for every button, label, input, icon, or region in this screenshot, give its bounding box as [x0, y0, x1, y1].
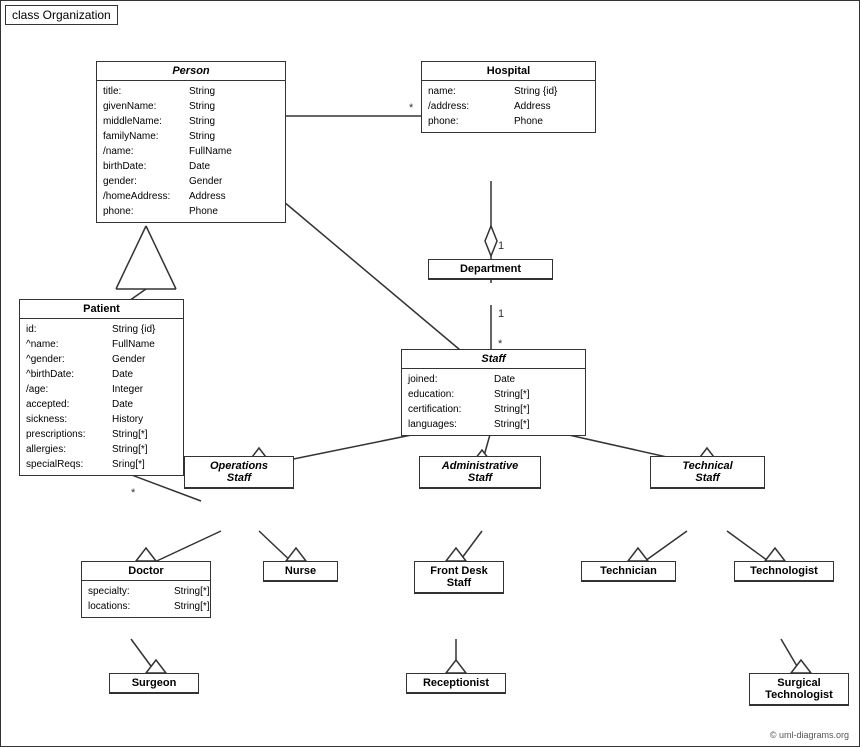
patient-class: Patient id:String {id} ^name:FullName ^g…: [19, 299, 184, 476]
staff-title: Staff: [402, 350, 585, 369]
ops-staff-class: OperationsStaff: [184, 456, 294, 489]
diagram-title: class Organization: [5, 5, 118, 25]
person-title: Person: [97, 62, 285, 81]
technologist-class: Technologist: [734, 561, 834, 582]
hospital-class: Hospital name:String {id} /address:Addre…: [421, 61, 596, 133]
staff-body: joined:Date education:String[*] certific…: [402, 369, 585, 435]
svg-text:*: *: [131, 487, 136, 499]
doctor-class: Doctor specialty:String[*] locations:Str…: [81, 561, 211, 618]
copyright: © uml-diagrams.org: [770, 730, 849, 740]
department-class: Department: [428, 259, 553, 280]
patient-body: id:String {id} ^name:FullName ^gender:Ge…: [20, 319, 183, 475]
patient-title: Patient: [20, 300, 183, 319]
technician-class: Technician: [581, 561, 676, 582]
surgeon-class: Surgeon: [109, 673, 199, 694]
person-class: Person title:String givenName:String mid…: [96, 61, 286, 223]
doctor-body: specialty:String[*] locations:String[*]: [82, 581, 210, 617]
technician-title: Technician: [582, 562, 675, 581]
admin-staff-title: AdministrativeStaff: [420, 457, 540, 488]
svg-text:1: 1: [498, 308, 504, 320]
technologist-title: Technologist: [735, 562, 833, 581]
department-title: Department: [429, 260, 552, 279]
ops-staff-title: OperationsStaff: [185, 457, 293, 488]
svg-text:*: *: [409, 102, 414, 114]
tech-staff-title: TechnicalStaff: [651, 457, 764, 488]
hospital-title: Hospital: [422, 62, 595, 81]
surgeon-title: Surgeon: [110, 674, 198, 693]
front-desk-class: Front DeskStaff: [414, 561, 504, 594]
doctor-title: Doctor: [82, 562, 210, 581]
receptionist-title: Receptionist: [407, 674, 505, 693]
hospital-body: name:String {id} /address:Address phone:…: [422, 81, 595, 132]
surgical-tech-class: SurgicalTechnologist: [749, 673, 849, 706]
nurse-class: Nurse: [263, 561, 338, 582]
person-body: title:String givenName:String middleName…: [97, 81, 285, 222]
diagram-container: class Organization * * 1 * 1 *: [0, 0, 860, 747]
staff-class: Staff joined:Date education:String[*] ce…: [401, 349, 586, 436]
admin-staff-class: AdministrativeStaff: [419, 456, 541, 489]
nurse-title: Nurse: [264, 562, 337, 581]
tech-staff-class: TechnicalStaff: [650, 456, 765, 489]
svg-text:1: 1: [498, 240, 504, 252]
surgical-tech-title: SurgicalTechnologist: [750, 674, 848, 705]
receptionist-class: Receptionist: [406, 673, 506, 694]
front-desk-title: Front DeskStaff: [415, 562, 503, 593]
